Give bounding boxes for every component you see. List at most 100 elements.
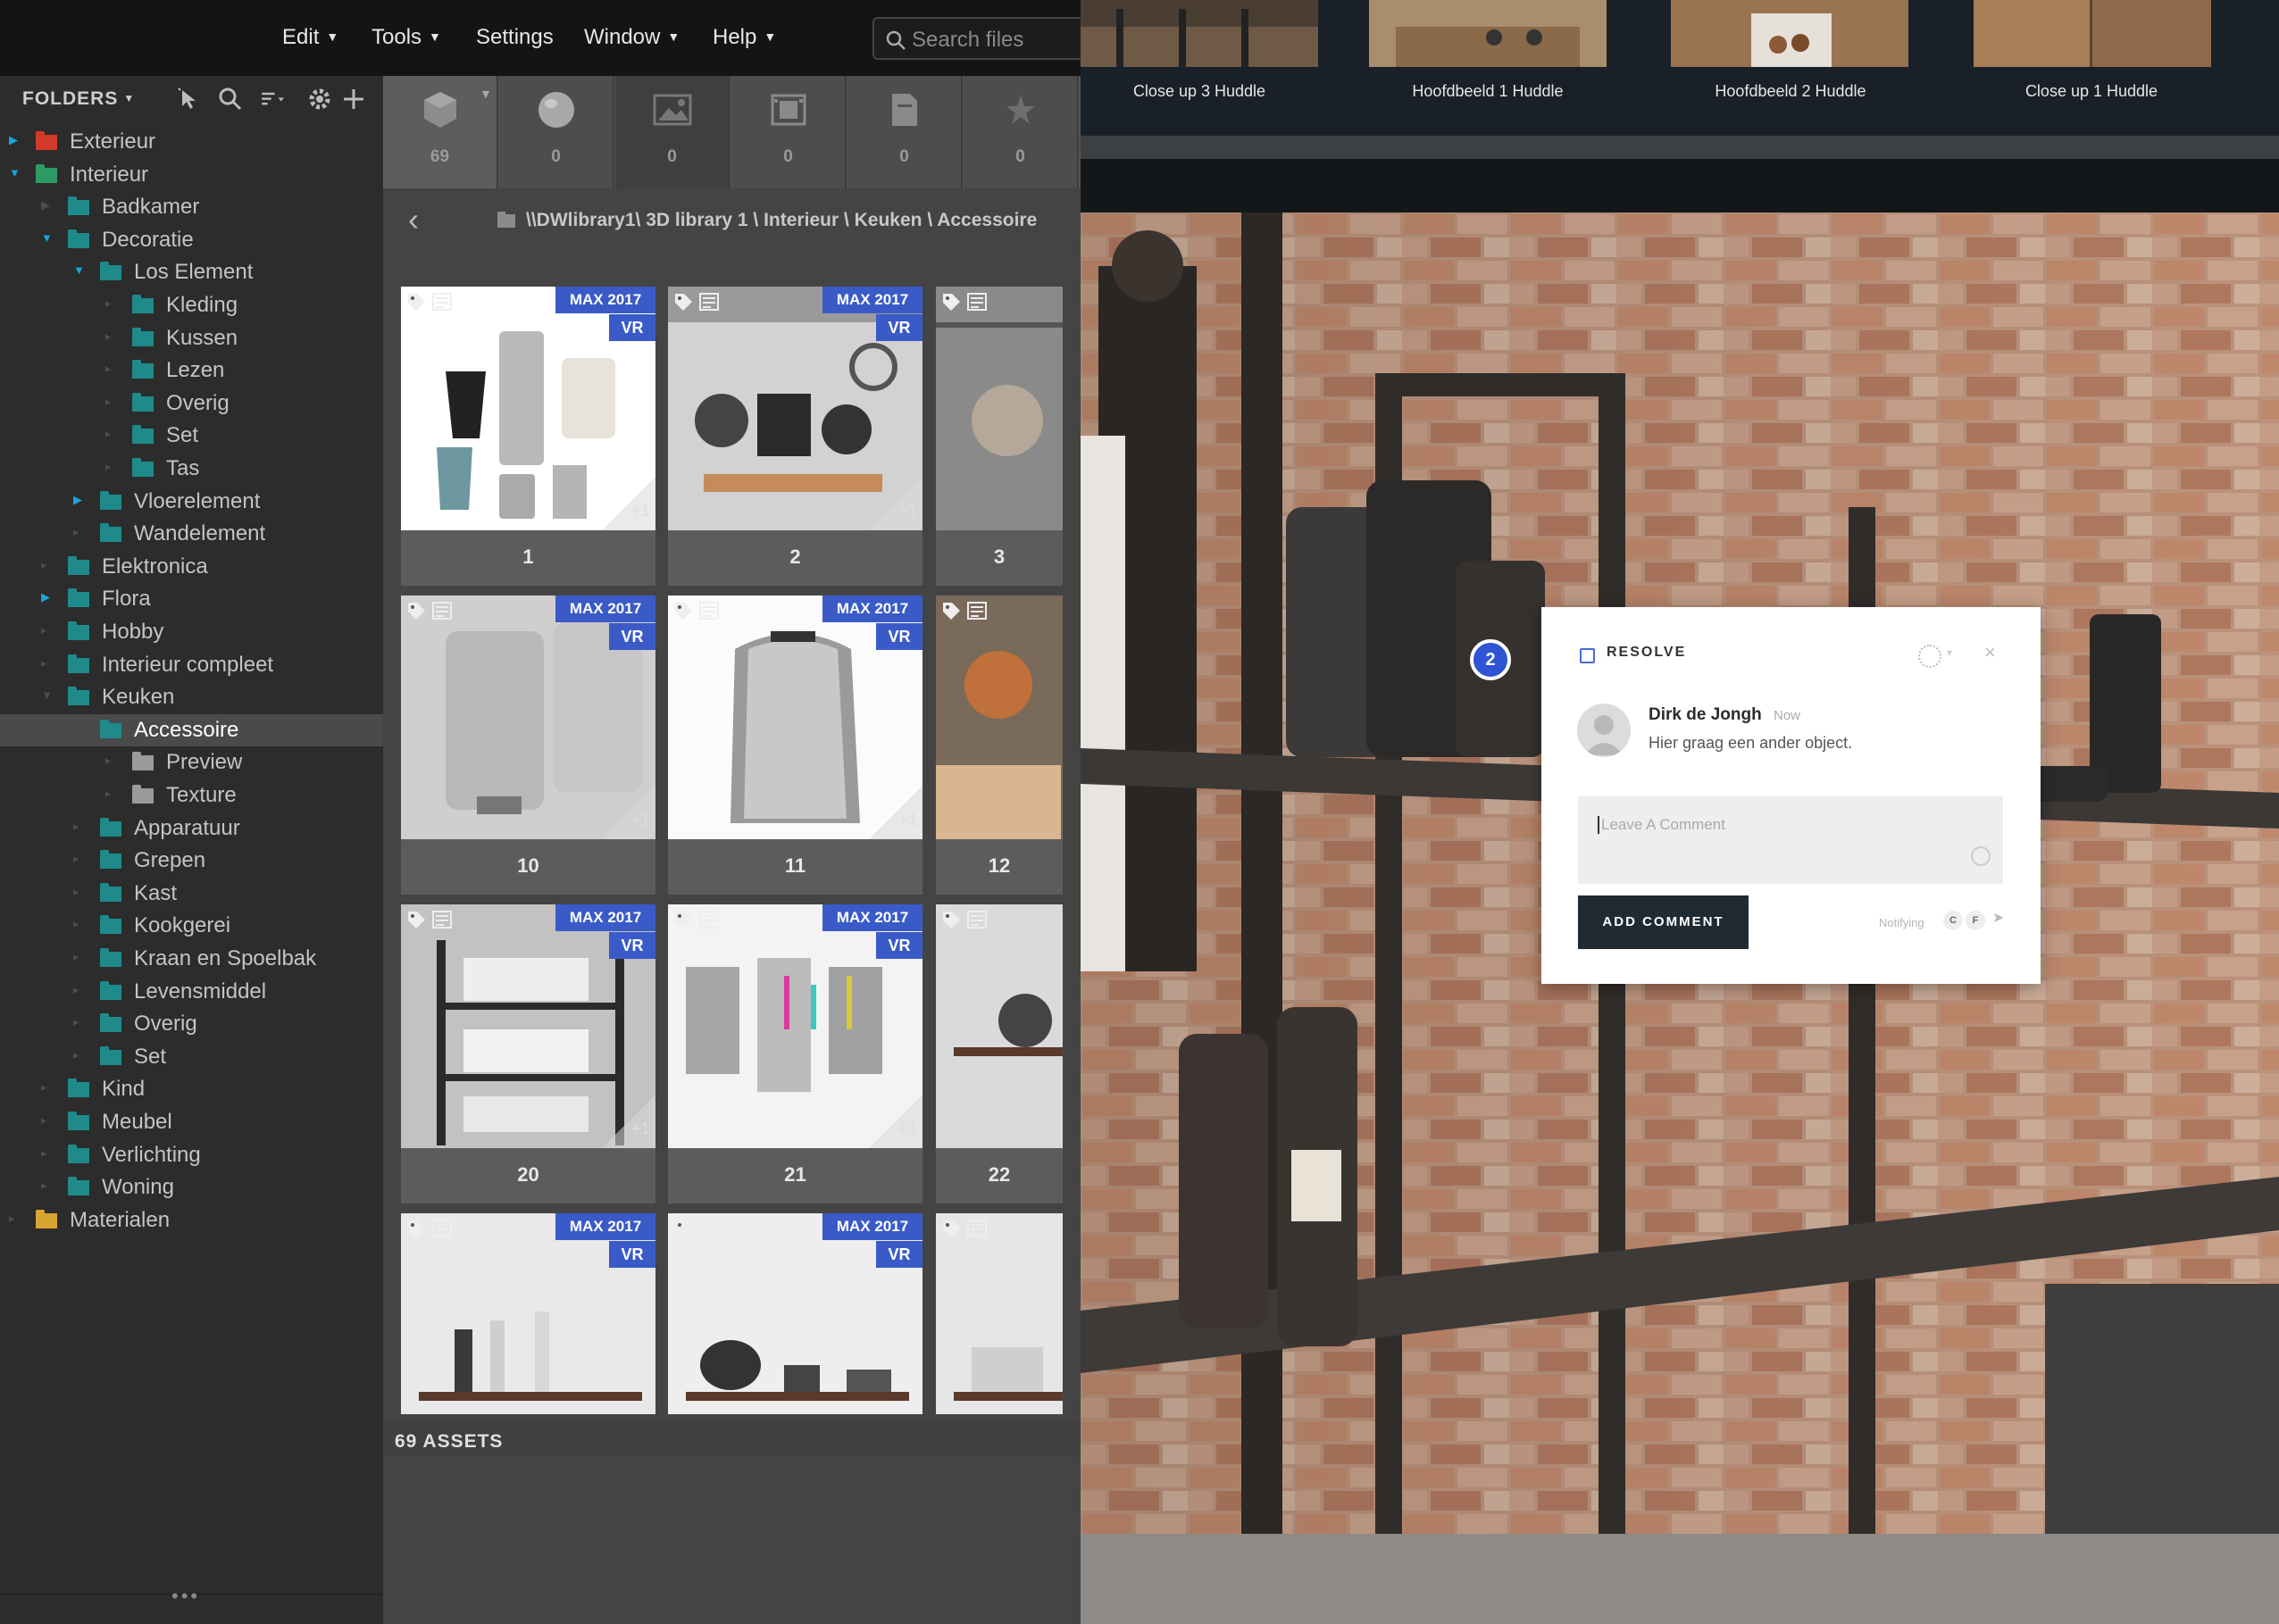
tree-item[interactable]: ▶ Vloerelement: [0, 486, 383, 518]
collapsed-arrow-icon[interactable]: ▸: [73, 852, 79, 866]
tag-icon[interactable]: [406, 601, 426, 620]
tree-item[interactable]: ▸ Apparatuur: [0, 812, 383, 845]
tree-item[interactable]: ▸ Levensmiddel: [0, 976, 383, 1008]
menu-edit[interactable]: Edit ▼: [282, 25, 338, 50]
tree-item[interactable]: ▸ Materialen: [0, 1204, 383, 1237]
collapsed-arrow-icon[interactable]: ▸: [73, 917, 79, 931]
tree-item[interactable]: ▼ Interieur: [0, 159, 383, 191]
tree-item[interactable]: ▸ Preview: [0, 746, 383, 779]
tree-item[interactable]: ▼ Keuken: [0, 681, 383, 713]
notes-icon[interactable]: [698, 910, 720, 929]
collapsed-arrow-icon[interactable]: ▸: [105, 754, 112, 768]
notify-user-badge[interactable]: F: [1966, 911, 1985, 930]
tab-film[interactable]: 0: [731, 76, 847, 188]
close-icon[interactable]: ×: [1984, 641, 1996, 664]
collapsed-arrow-icon[interactable]: ▸: [105, 460, 112, 474]
tree-item[interactable]: ▸ Interieur compleet: [0, 649, 383, 681]
asset-card[interactable]: [936, 1213, 1063, 1414]
tree-item[interactable]: ▶ Badkamer: [0, 191, 383, 223]
collapsed-arrow-icon[interactable]: ▸: [73, 820, 79, 834]
notes-icon[interactable]: [431, 292, 453, 312]
notes-icon[interactable]: [698, 601, 720, 620]
collapsed-arrow-icon[interactable]: ▸: [105, 427, 112, 441]
tag-icon[interactable]: [941, 1219, 961, 1238]
notes-icon[interactable]: [966, 292, 988, 312]
tree-item[interactable]: ▸ Elektronica: [0, 551, 383, 583]
tree-item[interactable]: ▸ Kast: [0, 878, 383, 910]
asset-card[interactable]: 22: [936, 904, 1063, 1203]
tree-item[interactable]: ▸ Texture: [0, 779, 383, 812]
tab-document[interactable]: 0: [847, 76, 963, 188]
collapsed-arrow-icon[interactable]: ▸: [73, 885, 79, 899]
tree-item[interactable]: ▸ Set: [0, 420, 383, 452]
expanded-arrow-icon[interactable]: ▼: [73, 721, 85, 735]
tree-item[interactable]: ▸ Overig: [0, 387, 383, 420]
expanded-arrow-icon[interactable]: ▼: [9, 166, 21, 179]
back-arrow-icon[interactable]: ‹: [408, 201, 419, 238]
tag-icon[interactable]: [941, 910, 961, 929]
sort-icon[interactable]: [259, 85, 288, 113]
gear-icon[interactable]: [305, 85, 334, 113]
search-icon[interactable]: [216, 85, 245, 113]
tree-item[interactable]: ▸ Lezen: [0, 354, 383, 387]
asset-card[interactable]: MAX 2017 VR +1 21: [668, 904, 922, 1203]
collapsed-arrow-icon[interactable]: ▸: [41, 656, 47, 670]
notes-icon[interactable]: [966, 1219, 988, 1238]
strip-thumbnail[interactable]: [1974, 0, 2211, 67]
expanded-arrow-icon[interactable]: ▼: [41, 231, 53, 245]
notes-icon[interactable]: [431, 601, 453, 620]
comment-input[interactable]: Leave A Comment: [1578, 796, 2003, 884]
caret-down-icon[interactable]: ▼: [480, 87, 492, 101]
tree-item[interactable]: ▸ Kookgerei: [0, 910, 383, 942]
tree-item[interactable]: ▶ Exterieur: [0, 126, 383, 158]
tree-item[interactable]: ▼ Accessoire: [0, 713, 383, 746]
chevron-down-icon[interactable]: ▾: [1947, 646, 1952, 659]
tree-item[interactable]: ▸ Overig: [0, 1008, 383, 1040]
collapsed-arrow-icon[interactable]: ▸: [9, 1212, 15, 1226]
expanded-arrow-icon[interactable]: ▼: [41, 688, 53, 702]
send-icon[interactable]: ➤: [1992, 909, 2004, 927]
collapsed-arrow-icon[interactable]: ▸: [41, 1080, 47, 1095]
menu-tools[interactable]: Tools ▼: [371, 25, 441, 50]
tree-item[interactable]: ▸ Verlichting: [0, 1139, 383, 1171]
asset-card[interactable]: MAX 2017 VR: [668, 1213, 922, 1414]
strip-thumbnail[interactable]: [1081, 0, 1318, 67]
notes-icon[interactable]: [698, 1219, 720, 1238]
collapsed-arrow-icon[interactable]: ▸: [41, 1146, 47, 1161]
asset-card[interactable]: MAX 2017 VR +1 11: [668, 595, 922, 895]
folders-dropdown[interactable]: FOLDERS ▼: [22, 88, 135, 110]
select-cursor-icon[interactable]: [175, 85, 204, 113]
collapsed-arrow-icon[interactable]: ▸: [73, 950, 79, 964]
collapsed-arrow-icon[interactable]: ▸: [41, 1113, 47, 1128]
asset-card[interactable]: 12: [936, 595, 1063, 895]
notes-icon[interactable]: [966, 601, 988, 620]
tree-item[interactable]: ▸ Kleding: [0, 289, 383, 321]
asset-card[interactable]: 3: [936, 287, 1063, 586]
tab-image[interactable]: 0: [615, 76, 730, 188]
strip-thumbnail[interactable]: [1369, 0, 1607, 67]
tree-item[interactable]: ▸ Hobby: [0, 616, 383, 648]
tab-sphere[interactable]: 0: [499, 76, 614, 188]
notes-icon[interactable]: [431, 1219, 453, 1238]
tree-item[interactable]: ▸ Wandelement: [0, 518, 383, 550]
collapsed-arrow-icon[interactable]: ▸: [105, 395, 112, 409]
tag-icon[interactable]: [673, 910, 693, 929]
notes-icon[interactable]: [698, 292, 720, 312]
status-options-icon[interactable]: [1918, 645, 1941, 668]
expanded-arrow-icon[interactable]: ▼: [73, 263, 85, 277]
tag-icon[interactable]: [673, 601, 693, 620]
collapsed-arrow-icon[interactable]: ▸: [73, 1048, 79, 1062]
asset-card[interactable]: MAX 2017 VR +1 2: [668, 287, 922, 586]
asset-card[interactable]: MAX 2017 VR +1 1: [401, 287, 655, 586]
tag-icon[interactable]: [673, 1219, 693, 1238]
collapsed-arrow-icon[interactable]: ▶: [41, 590, 50, 604]
tag-icon[interactable]: [406, 910, 426, 929]
menu-help[interactable]: Help ▼: [713, 25, 776, 50]
collapsed-arrow-icon[interactable]: ▸: [105, 362, 112, 376]
tab-cube[interactable]: 69 ▼: [383, 76, 498, 188]
tag-icon[interactable]: [406, 292, 426, 312]
tree-item[interactable]: ▸ Tas: [0, 453, 383, 485]
search-input[interactable]: Search files: [872, 17, 1091, 60]
tree-item[interactable]: ▶ Flora: [0, 583, 383, 615]
strip-thumbnail[interactable]: [1671, 0, 1908, 67]
